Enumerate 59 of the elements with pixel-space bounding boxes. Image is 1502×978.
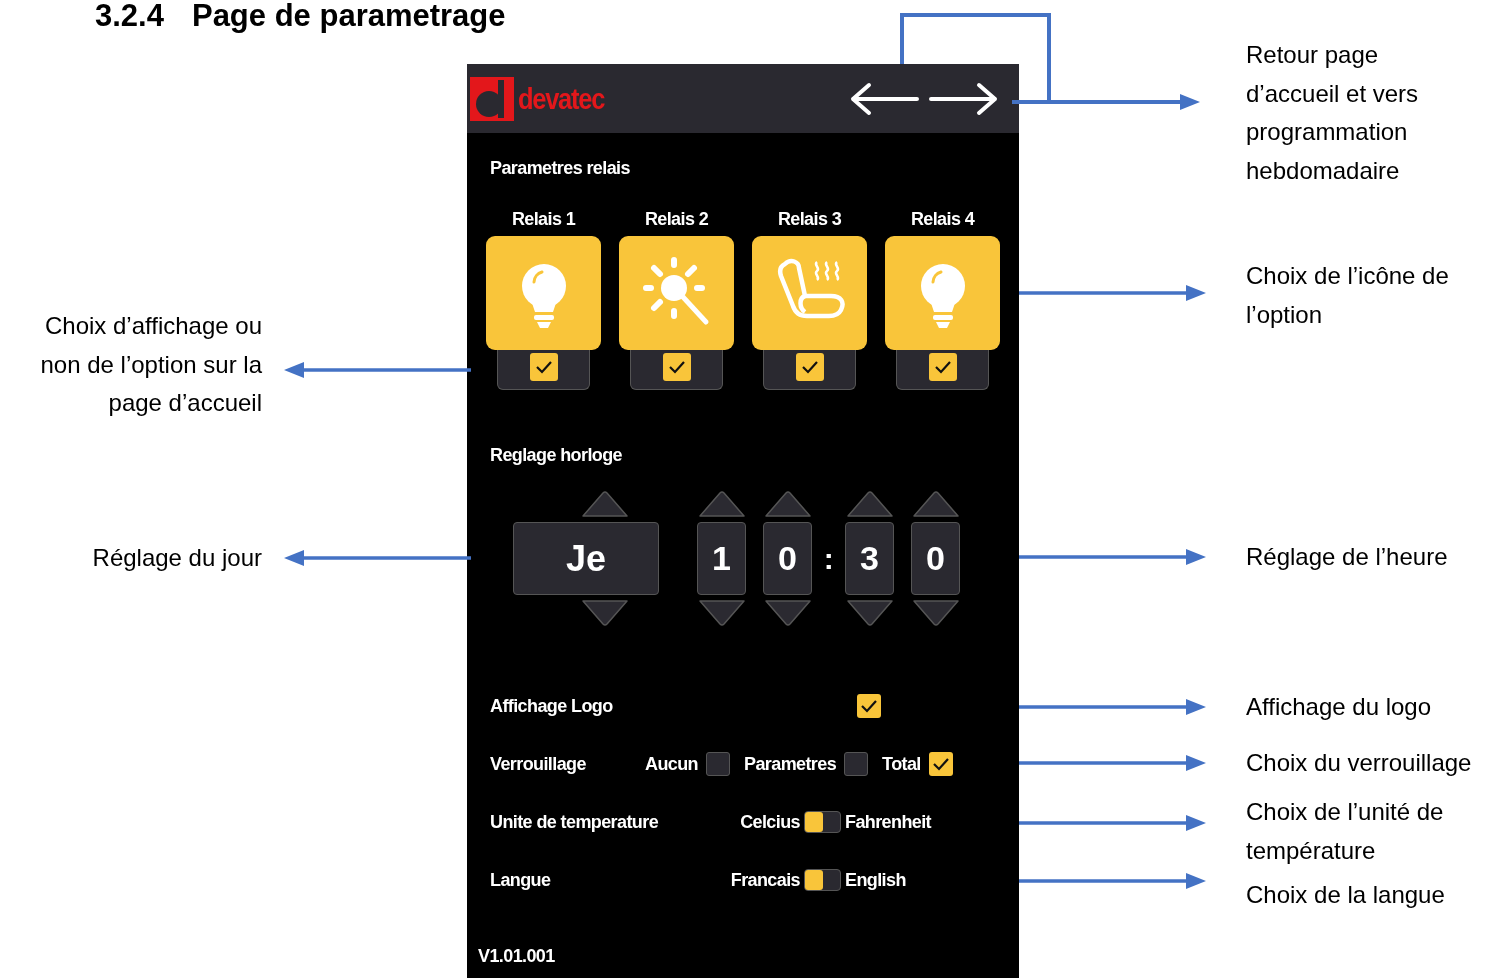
choice-label: Aucun [645,753,698,775]
brand-name: devatec [518,81,605,116]
checkbox[interactable] [529,353,558,381]
annotation-text: Choix de la langue [1246,880,1446,910]
digit-field[interactable]: 1 [697,522,746,595]
toggle-switch[interactable] [804,811,841,833]
version-label: V1.01.001 [477,945,556,968]
up-arrow-button[interactable] [763,488,812,518]
option-label: Affichage Logo [490,695,614,717]
digit-field[interactable]: 0 [763,522,812,595]
up-arrow-button[interactable] [697,488,746,518]
day-field[interactable]: Je [513,522,659,595]
checkbox[interactable] [928,752,953,776]
checkbox[interactable] [844,752,869,776]
down-arrow-button[interactable] [697,599,746,629]
relay-label: Relais 3 [777,208,842,230]
annotation-text: Choix de l’icône de l’option [1246,261,1450,330]
relay-label: Relais 4 [910,208,975,230]
option-label: Verrouillage [490,753,587,775]
down-arrow-button[interactable] [581,599,629,629]
choice-label: Total [882,753,921,775]
annotation-text: Choix d’affichage ou non de l’option sur la page d’accueil [39,311,262,418]
up-arrow-button[interactable] [845,488,894,518]
time-separator: : [823,543,834,574]
choice-label: Fahrenheit [845,811,931,833]
annotation-text: Retour page d’accueil et vers programmation hebdomadaire [1246,40,1420,186]
annotation-text: Affichage du logo [1246,692,1433,722]
down-arrow-button[interactable] [763,599,812,629]
digit-field[interactable]: 0 [911,522,960,595]
digit-field[interactable]: 3 [845,522,894,595]
annotation-text: Choix du verrouillage [1246,748,1473,778]
checkbox[interactable] [662,353,691,381]
down-arrow-button[interactable] [911,599,960,629]
section-label: Reglage horloge [489,444,624,466]
annotation-text: Choix de l’unité de température [1246,797,1445,866]
forward-arrow-button[interactable] [929,81,999,116]
up-arrow-button[interactable] [911,488,960,518]
checkbox[interactable] [795,353,824,381]
section-number: 3.2.4 [95,0,164,33]
section-title: Page de parametrage [191,0,506,33]
option-label: Langue [490,869,552,891]
option-label: Unite de temperature [490,811,660,833]
toggle-switch[interactable] [804,869,841,891]
annotation-text: Réglage du jour [91,543,262,573]
choice-label: English [845,869,906,891]
checkbox[interactable] [857,694,881,718]
annotation-text: Réglage de l’heure [1246,542,1449,572]
back-arrow-button[interactable] [849,81,919,116]
up-arrow-button[interactable] [581,488,629,518]
logo-icon [470,76,514,121]
relay-label: Relais 1 [511,208,576,230]
section-label: Parametres relais [489,157,631,179]
checkbox[interactable] [706,752,730,776]
choice-label: Francais [730,869,800,891]
down-arrow-button[interactable] [845,599,894,629]
choice-label: Parametres [744,753,837,775]
checkbox[interactable] [928,353,957,381]
choice-label: Celcius [739,811,800,833]
relay-label: Relais 2 [644,208,709,230]
